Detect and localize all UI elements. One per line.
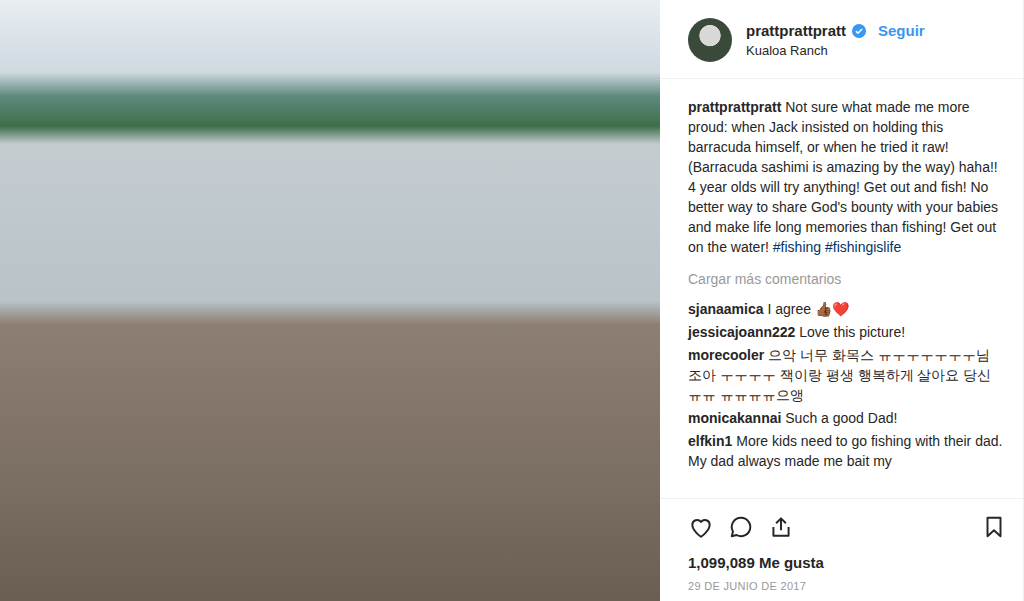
- comment: jessicajoann222 Love this picture!: [688, 322, 1007, 342]
- comment-text: More kids need to go fishing with their …: [688, 433, 1002, 469]
- comment-username[interactable]: monicakannai: [688, 410, 781, 426]
- comment-icon[interactable]: [728, 514, 754, 540]
- post-photo[interactable]: [0, 0, 660, 601]
- comment-username[interactable]: elfkin1: [688, 433, 732, 449]
- comment-username[interactable]: morecooler: [688, 347, 764, 363]
- comment-text: Such a good Dad!: [785, 410, 897, 426]
- username[interactable]: prattprattpratt: [746, 22, 846, 39]
- comment: morecooler 으악 너무 화목스 ㅠㅜㅜㅜㅜㅜㅜ님 조아 ㅜㅜㅜㅜ 잭이…: [688, 345, 1007, 405]
- follow-button[interactable]: Seguir: [878, 22, 925, 39]
- comment-username[interactable]: sjanaamica: [688, 301, 764, 317]
- comment-username[interactable]: jessicajoann222: [688, 324, 795, 340]
- caption-text: Not sure what made me more proud: when J…: [688, 99, 998, 255]
- bookmark-icon[interactable]: [981, 514, 1007, 540]
- post-footer: 1,099,089 Me gusta 29 DE JUNIO DE 2017: [660, 498, 1023, 601]
- comment: elfkin1 More kids need to go fishing wit…: [688, 431, 1007, 471]
- post-date: 29 DE JUNIO DE 2017: [688, 579, 1007, 593]
- post-header: prattprattpratt Seguir Kualoa Ranch: [660, 0, 1023, 79]
- comment: sjanaamica I agree 👍🏾❤️: [688, 299, 1007, 319]
- heart-icon[interactable]: [688, 514, 714, 540]
- location[interactable]: Kualoa Ranch: [746, 43, 925, 58]
- hashtag[interactable]: #fishing: [773, 239, 821, 255]
- load-more-comments[interactable]: Cargar más comentarios: [688, 269, 1007, 289]
- comment-text: Love this picture!: [799, 324, 905, 340]
- instagram-post: prattprattpratt Seguir Kualoa Ranch prat…: [0, 0, 1024, 601]
- caption-username[interactable]: prattprattpratt: [688, 99, 781, 115]
- share-icon[interactable]: [768, 514, 794, 540]
- comments-area: prattprattpratt Not sure what made me mo…: [660, 79, 1023, 498]
- hashtag[interactable]: #fishingislife: [825, 239, 901, 255]
- post-panel: prattprattpratt Seguir Kualoa Ranch prat…: [660, 0, 1024, 601]
- like-count[interactable]: 1,099,089 Me gusta: [688, 553, 1007, 573]
- verified-icon: [852, 24, 866, 38]
- caption: prattprattpratt Not sure what made me mo…: [688, 97, 1007, 257]
- avatar-icon[interactable]: [688, 18, 732, 62]
- comment-text: I agree 👍🏾❤️: [767, 301, 848, 317]
- comment: monicakannai Such a good Dad!: [688, 408, 1007, 428]
